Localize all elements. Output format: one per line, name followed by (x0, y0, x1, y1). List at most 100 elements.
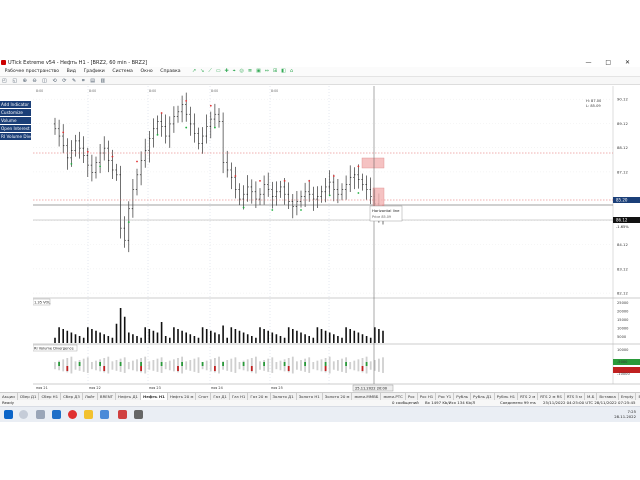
price-tick: 82.12 (617, 291, 628, 296)
div-bar-bg (361, 358, 364, 366)
volume-bar (349, 329, 351, 343)
volume-bar (230, 327, 233, 343)
div-bar-pos (58, 362, 60, 366)
date-label: ноя 24 (211, 386, 223, 390)
minimize-button[interactable]: — (585, 59, 597, 66)
volume-bar (66, 330, 69, 343)
div-bar-bg (320, 359, 323, 366)
div-bar-bg (369, 361, 372, 366)
menu-window[interactable]: Окно (140, 67, 152, 76)
div-bar-pos (181, 362, 183, 366)
close-button[interactable]: ✕ (625, 59, 636, 66)
div-bar-bg (136, 366, 138, 372)
volume-bar (87, 327, 89, 343)
div-bar-bg (316, 360, 319, 366)
div-bar-bg (82, 366, 85, 372)
sell-marker (62, 131, 65, 134)
mail-icon[interactable] (100, 410, 109, 419)
menu-workspace[interactable]: Рабочее пространство (5, 67, 59, 76)
div-bar-bg (78, 366, 81, 371)
drawing-toolbar[interactable]: ↗ ↘ ⟋ ▭ ✚ ⌖ ◎ ≣ ▣ ⇔ ⊞ ◧ ⌂ (192, 68, 294, 74)
hour-label: 8:00 (271, 89, 278, 93)
menu-charts[interactable]: Графики (84, 67, 105, 76)
div-bar-bg (259, 366, 261, 370)
div-bar-bg (287, 358, 290, 366)
menu-view[interactable]: Вид (67, 67, 76, 76)
volume-bar (353, 330, 356, 343)
buy-marker (300, 209, 302, 211)
open-interest-item[interactable]: Open Interest (0, 125, 31, 133)
search-icon[interactable] (19, 410, 28, 419)
div-bar-bg (234, 357, 237, 366)
div-bar-bg (58, 366, 60, 371)
yandex-icon[interactable] (68, 410, 77, 419)
div-bar-neg (324, 366, 327, 371)
volume-divergence-item[interactable]: RI Volume Diverg... (0, 133, 31, 141)
volume-bar (123, 316, 126, 343)
maximize-button[interactable]: □ (605, 59, 617, 66)
div-bar-bg (271, 357, 274, 366)
volume-bar (345, 327, 347, 343)
div-bar-bg (66, 358, 69, 366)
div-bar-pos (78, 362, 81, 366)
div-bar-bg (255, 356, 257, 366)
menu-system[interactable]: Система (112, 67, 133, 76)
volume-bar (78, 336, 81, 343)
div-bar-bg (279, 366, 282, 371)
task-view-icon[interactable] (36, 410, 45, 419)
system-clock[interactable]: 7:25 28.11.2022 (614, 409, 636, 419)
volume-bar (197, 337, 200, 343)
div-bar-bg (238, 362, 241, 366)
div-bar-bg (173, 359, 175, 366)
div-bar-bg (115, 366, 118, 371)
price-tick: 83.12 (617, 266, 628, 271)
div-bar-bg (332, 361, 335, 366)
div-bar-bg (74, 361, 77, 366)
folder-icon[interactable] (84, 410, 93, 419)
menu-help[interactable]: Справка (160, 67, 180, 76)
add-indicator-button[interactable]: Add Indicator (0, 101, 31, 109)
chart-area[interactable]: Horizontal line Price 85.09 Н: 87.00 L: … (32, 86, 640, 392)
div-bar-bg (291, 366, 294, 374)
terminal-icon[interactable] (134, 410, 143, 419)
buy-marker (185, 126, 188, 129)
volume-bar (144, 327, 146, 343)
volume-bar (316, 327, 319, 343)
sell-marker (357, 165, 360, 168)
div-bar-bg (345, 366, 347, 373)
div-bar-bg (218, 356, 220, 366)
div-bar-bg (337, 360, 339, 366)
div-bar-bg (337, 366, 339, 371)
div-bar-bg (230, 366, 233, 372)
sell-marker (308, 179, 311, 182)
div-bar-bg (341, 366, 343, 372)
customize-button[interactable]: Customize (0, 109, 31, 117)
volume-bar (324, 330, 327, 343)
buy-marker (242, 206, 245, 209)
div-bar-pos (283, 362, 286, 366)
div-bar-bg (127, 366, 130, 370)
volume-item[interactable]: Volume (0, 117, 31, 125)
edge-icon[interactable] (52, 410, 61, 419)
volume-bar (308, 336, 310, 343)
price-chart[interactable]: Horizontal line Price 85.09 Н: 87.00 L: … (32, 86, 640, 392)
volume-bar (271, 332, 274, 343)
volume-bar (234, 329, 237, 343)
sell-marker (283, 179, 286, 182)
div-bar-bg (132, 366, 134, 371)
volume-bar (218, 334, 220, 343)
volume-bar (296, 330, 298, 343)
div-bar-bg (160, 366, 163, 373)
app-icon[interactable] (118, 410, 127, 419)
div-bar-bg (279, 360, 282, 366)
menu-bar: Рабочее пространство Вид Графики Система… (0, 67, 640, 77)
start-icon[interactable] (4, 410, 13, 419)
div-bar-bg (226, 366, 229, 371)
sell-marker (259, 179, 261, 182)
div-bar-bg (111, 366, 114, 370)
div-bar-bg (136, 359, 138, 366)
chart-toolbar[interactable]: ◰ ◱ ⊕ ⊖ ◫ ⟲ ⟳ ✎ ⌗ ▤ ▥ (0, 77, 640, 85)
div-bar-bg (226, 360, 229, 366)
div-bar-neg (250, 366, 253, 371)
volume-bar (173, 327, 175, 343)
